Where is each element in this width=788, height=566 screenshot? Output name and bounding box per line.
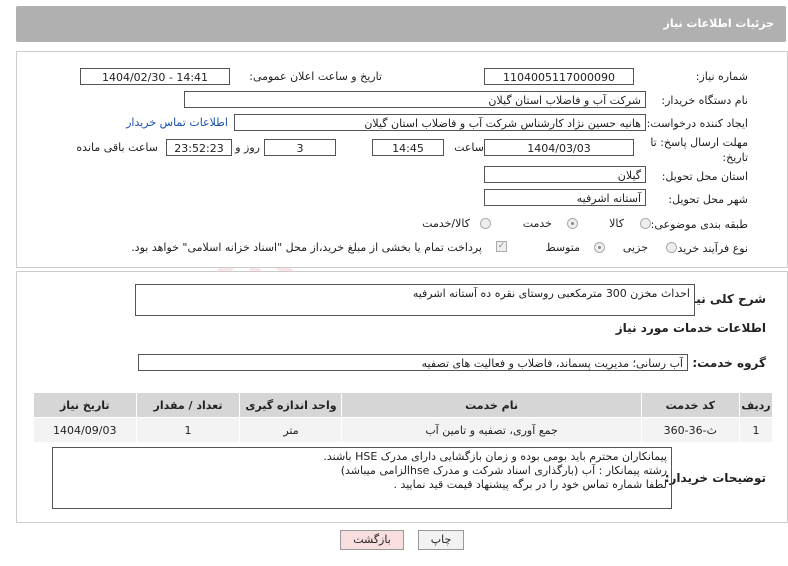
cell-quantity: 1 (135, 417, 241, 443)
process-label: نوع فرآیند خرید : (670, 242, 748, 255)
buyer-notes-label: توضیحات خریدار: (664, 471, 766, 485)
process-medium-label: متوسط (545, 241, 580, 254)
category-service-label: خدمت (522, 217, 552, 230)
days-label: روز و (235, 141, 260, 154)
category-label: طبقه بندی موضوعی: (650, 218, 748, 231)
category-goods-service-label: کالا/خدمت (422, 217, 470, 230)
creator-label: ایجاد کننده درخواست: (646, 117, 748, 130)
col-service-name: نام خدمت (341, 392, 642, 418)
process-medium-radio[interactable] (594, 242, 605, 253)
days-remaining-field: 3 (264, 139, 336, 156)
cell-service-name: جمع آوری، تصفیه و تامین آب (341, 417, 642, 443)
category-goods-service-radio[interactable] (480, 218, 491, 229)
col-service-code: کد خدمت (640, 392, 741, 418)
print-button[interactable]: چاپ (418, 530, 464, 550)
category-service-radio[interactable] (567, 218, 578, 229)
buyer-note-line: پیمانکاران محترم باید بومی بوده و زمان ب… (323, 450, 667, 463)
services-table: ردیف کد خدمت نام خدمت واحد اندازه گیری ت… (33, 392, 773, 443)
col-quantity: تعداد / مقدار (135, 392, 241, 418)
cell-unit: متر (239, 417, 343, 443)
cell-row: 1 (739, 417, 773, 443)
time-remaining-label: ساعت باقی مانده (76, 141, 158, 154)
buyer-org-label: نام دستگاه خریدار: (661, 94, 748, 107)
page-header: جزئیات اطلاعات نیاز (16, 6, 786, 42)
col-row: ردیف (739, 392, 773, 418)
col-unit: واحد اندازه گیری (239, 392, 343, 418)
col-need-date: تاریخ نیاز (33, 392, 137, 418)
service-group-label: گروه خدمت: (692, 356, 766, 370)
category-goods-label: کالا (609, 217, 624, 230)
buyer-note-line: لطفا شماره تماس خود را در برگه پیشنهاد ق… (393, 478, 667, 491)
creator-field: هانیه حسین نژاد کارشناس شرکت آب و فاضلاب… (234, 114, 646, 131)
deadline-date-field: 1404/03/03 (484, 139, 634, 156)
city-label: شهر محل تحویل: (668, 193, 748, 206)
announce-date-field: 1404/02/30 - 14:41 (80, 68, 230, 85)
process-minor-radio[interactable] (666, 242, 677, 253)
process-minor-label: جزیی (622, 241, 648, 254)
services-section-title: اطلاعات خدمات مورد نیاز (615, 321, 766, 335)
time-remaining-field: 23:52:23 (166, 139, 232, 156)
page-title: جزئیات اطلاعات نیاز (663, 17, 775, 30)
need-number-field: 1104005117000090 (484, 68, 634, 85)
payment-note: پرداخت تمام یا بخشی از مبلغ خرید،از محل … (131, 241, 482, 254)
announce-date-label: تاریخ و ساعت اعلان عمومی: (249, 70, 382, 83)
city-field: آستانه اشرفیه (484, 189, 646, 206)
treasury-checkbox[interactable]: ✓ (496, 241, 507, 252)
buyer-notes-field: پیمانکاران محترم باید بومی بوده و زمان ب… (52, 447, 672, 509)
deadline-date-label: تاریخ: (722, 151, 748, 164)
table-row: 1 ث-36-360 جمع آوری، تصفیه و تامین آب مت… (33, 417, 773, 443)
deadline-label: مهلت ارسال پاسخ: تا (650, 136, 748, 149)
province-label: استان محل تحویل: (661, 170, 748, 183)
buyer-note-line: رشته پیمانکار : آب (بارگذاری اسناد شرکت … (340, 464, 667, 477)
back-button[interactable]: بازگشت (340, 530, 404, 550)
category-goods-radio[interactable] (640, 218, 651, 229)
table-header-row: ردیف کد خدمت نام خدمت واحد اندازه گیری ت… (33, 392, 773, 418)
cell-service-code: ث-36-360 (640, 417, 741, 443)
deadline-time-field: 14:45 (372, 139, 444, 156)
province-field: گیلان (484, 166, 646, 183)
summary-field: احداث مخزن 300 مترمکعبی روستای نقره ده آ… (135, 284, 695, 316)
service-group-field: آب رسانی؛ مدیریت پسماند، فاضلاب و فعالیت… (138, 354, 688, 371)
deadline-time-label: ساعت (454, 141, 484, 154)
cell-need-date: 1404/09/03 (33, 417, 137, 443)
need-number-label: شماره نیاز: (695, 70, 748, 83)
buyer-contact-link[interactable]: اطلاعات تماس خریدار (126, 116, 228, 129)
buyer-org-field: شرکت آب و فاضلاب استان گیلان (184, 91, 646, 108)
